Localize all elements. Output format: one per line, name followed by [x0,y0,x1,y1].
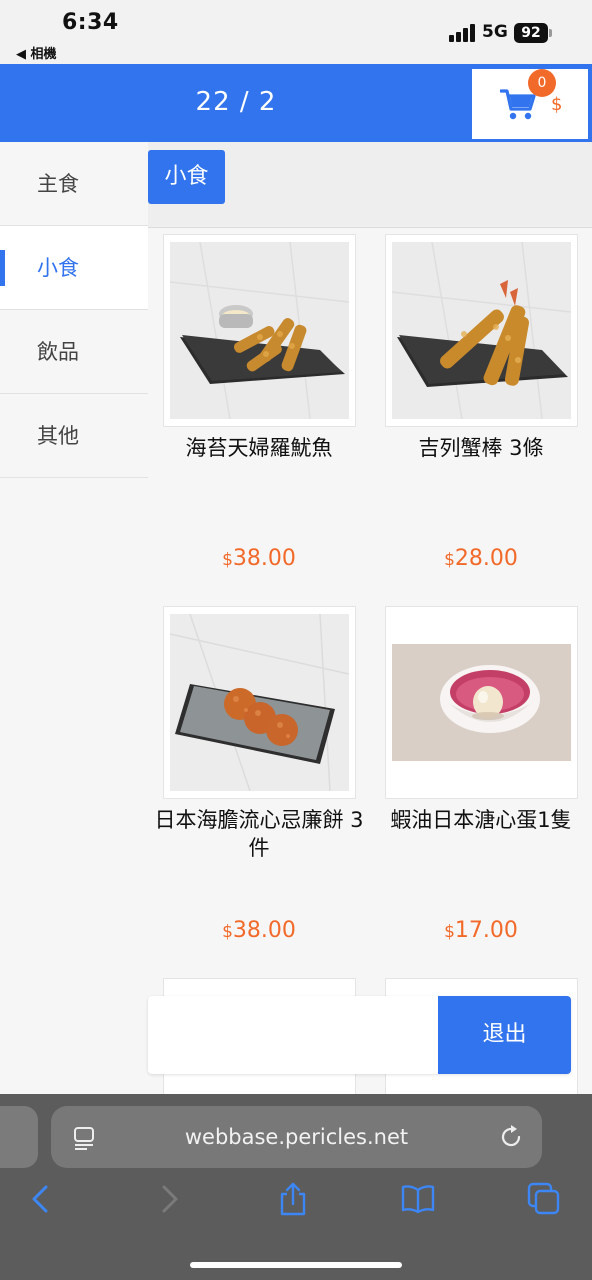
category-label: 主食 [37,172,79,196]
back-arrow-icon[interactable] [24,1182,58,1216]
battery-tip [549,29,552,37]
fried-crab-stick-photo [392,242,571,419]
status-time: 6:34 [62,10,119,35]
price-currency: $ [222,922,233,942]
cart-count-badge: 0 [528,69,556,97]
tabs-icon[interactable] [527,1182,561,1216]
address-bar[interactable]: webbase.pericles.net [51,1106,542,1168]
category-item-snacks[interactable]: 小食 [0,226,148,310]
home-indicator [190,1262,402,1268]
product-thumbnail[interactable] [163,234,356,427]
soft-boiled-egg-photo [392,614,571,791]
sea-urchin-croquette-photo [170,614,349,791]
cart-total-currency: $ [551,94,563,115]
product-price: $38.00 [153,918,365,943]
order-action-bar: 退出 [148,996,571,1074]
price-value: 17.00 [454,918,518,943]
network-type: 5G [482,22,508,42]
price-currency: $ [444,550,455,570]
price-value: 28.00 [454,546,518,571]
product-card[interactable]: 蝦油日本溏心蛋1隻 $17.00 [370,600,592,972]
product-name: 吉列蟹棒 3條 [418,436,544,460]
product-price: $28.00 [375,546,587,571]
category-sidebar: 主食 小食 飲品 其他 [0,142,148,1094]
subcategory-tab-snacks[interactable]: 小食 [148,150,225,204]
browser-toolbar: webbase.pericles.net [0,1094,592,1280]
share-icon[interactable] [276,1182,310,1216]
table-indicator: 22 / 2 [195,87,277,117]
category-item-drinks[interactable]: 飲品 [0,310,148,394]
price-currency: $ [444,922,455,942]
exit-button[interactable]: 退出 [438,996,571,1074]
product-thumbnail[interactable] [385,234,578,427]
signal-strength-icon [449,24,475,42]
category-item-main[interactable]: 主食 [0,142,148,226]
active-indicator [0,250,5,286]
product-price: $17.00 [375,918,587,943]
url-text[interactable]: webbase.pericles.net [51,1106,542,1168]
price-value: 38.00 [232,918,296,943]
status-bar: 6:34 ◀ 相機 5G 92 [0,0,592,64]
category-label: 飲品 [37,340,79,364]
product-card[interactable]: 海苔天婦羅魷魚 $38.00 [148,228,370,600]
tempura-squid-photo [170,242,349,419]
price-value: 38.00 [232,546,296,571]
product-card[interactable]: 日本海膽流心忌廉餅 3件 $38.00 [148,600,370,972]
subcategory-bar: 小食 [148,142,592,228]
forward-arrow-icon[interactable] [152,1182,186,1216]
back-to-camera-link[interactable]: ◀ 相機 [16,43,57,62]
category-label: 小食 [37,256,79,280]
product-name: 蝦油日本溏心蛋1隻 [390,808,572,832]
app-header: 22 / 2 0 $ [0,64,592,142]
product-name: 海苔天婦羅魷魚 [185,436,333,460]
cart-button[interactable]: 0 $ [472,69,588,139]
product-price: $38.00 [153,546,365,571]
product-thumbnail[interactable] [163,606,356,799]
product-panel: 小食 海苔天婦羅魷魚 $38.00 吉列蟹棒 3條 $28.00 日本海膽流心忌… [148,142,592,1094]
previous-tab[interactable] [0,1106,38,1168]
bookmarks-icon[interactable] [401,1182,435,1216]
price-currency: $ [222,550,233,570]
product-card[interactable]: 吉列蟹棒 3條 $28.00 [370,228,592,600]
reload-icon[interactable] [498,1124,524,1150]
product-thumbnail[interactable] [385,606,578,799]
category-label: 其他 [37,424,79,448]
category-item-others[interactable]: 其他 [0,394,148,478]
product-name: 日本海膽流心忌廉餅 3件 [154,808,364,860]
battery-icon: 92 [514,23,548,43]
